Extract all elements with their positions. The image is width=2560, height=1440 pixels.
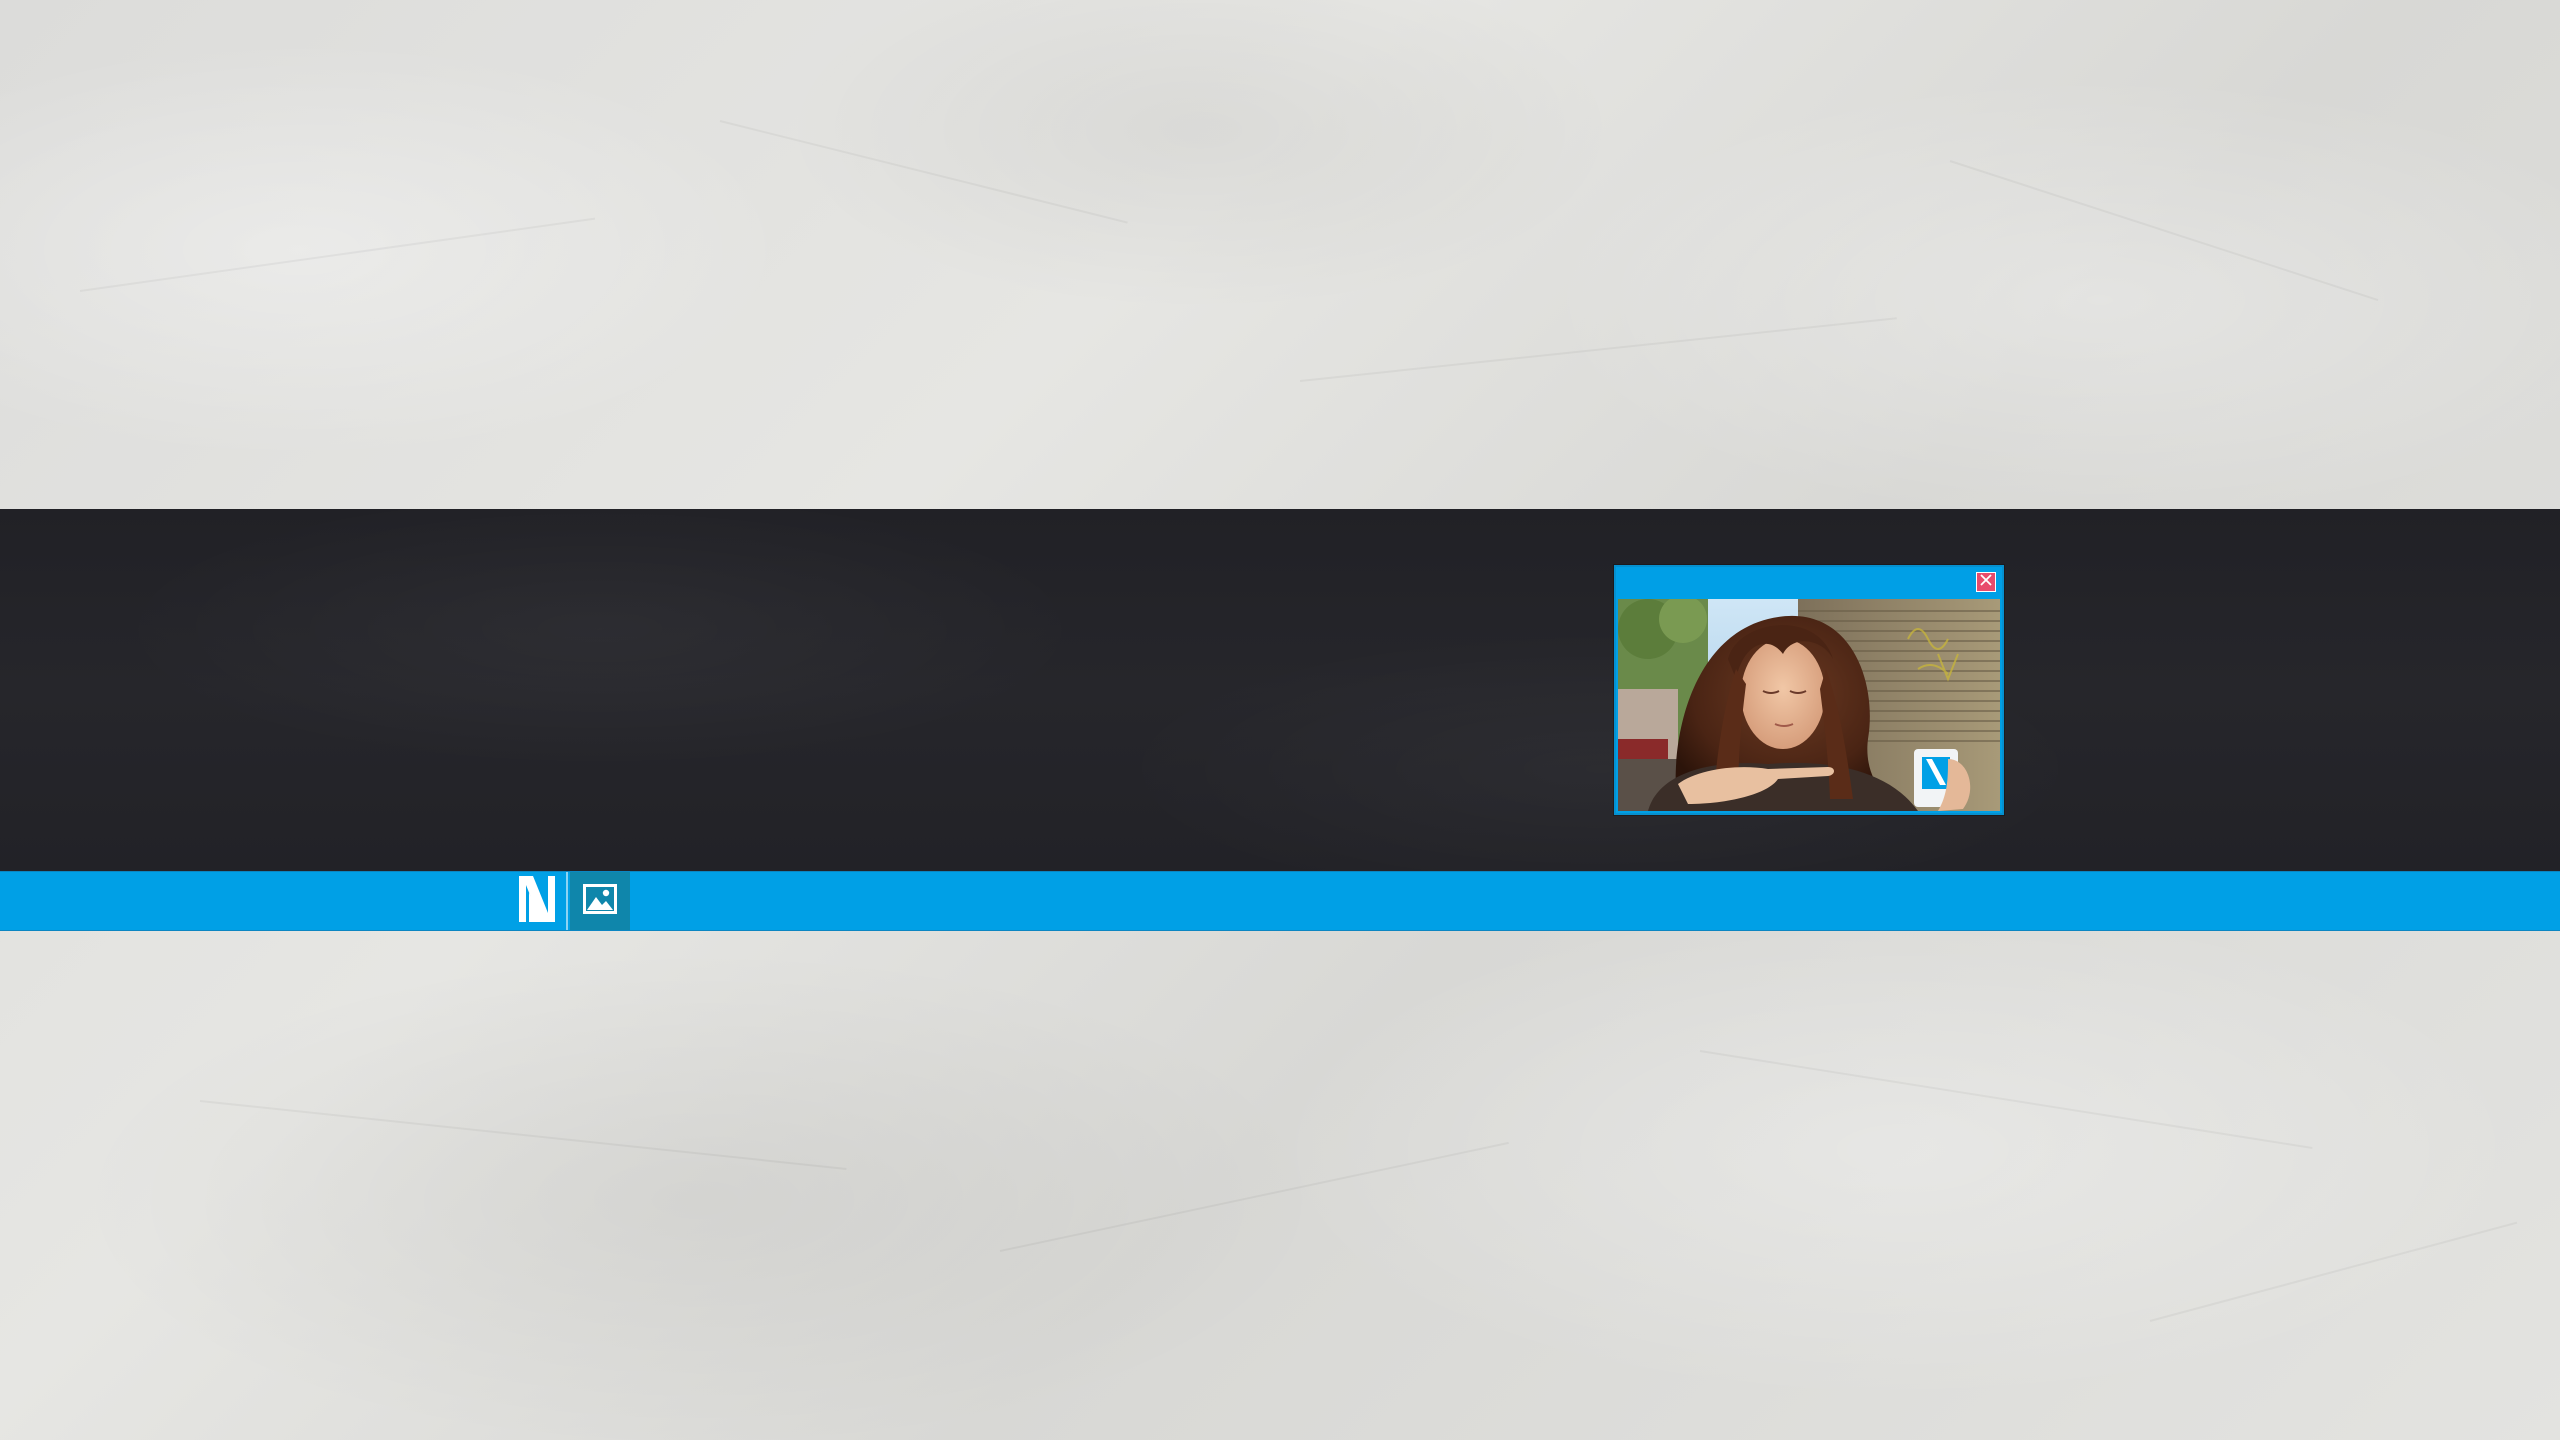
close-icon [1979, 573, 1993, 592]
n-logo-icon [515, 872, 559, 930]
image-viewer-icon [583, 883, 617, 919]
image-viewer-window[interactable] [1614, 565, 2004, 815]
window-titlebar[interactable] [1616, 567, 2002, 597]
taskbar-image-viewer-button[interactable] [570, 872, 630, 930]
taskbar-app-logo-button[interactable] [508, 872, 568, 930]
taskbar [0, 871, 2560, 931]
displayed-photo [1618, 599, 2000, 811]
desktop-dark-band [0, 509, 2560, 871]
window-close-button[interactable] [1976, 572, 1996, 592]
